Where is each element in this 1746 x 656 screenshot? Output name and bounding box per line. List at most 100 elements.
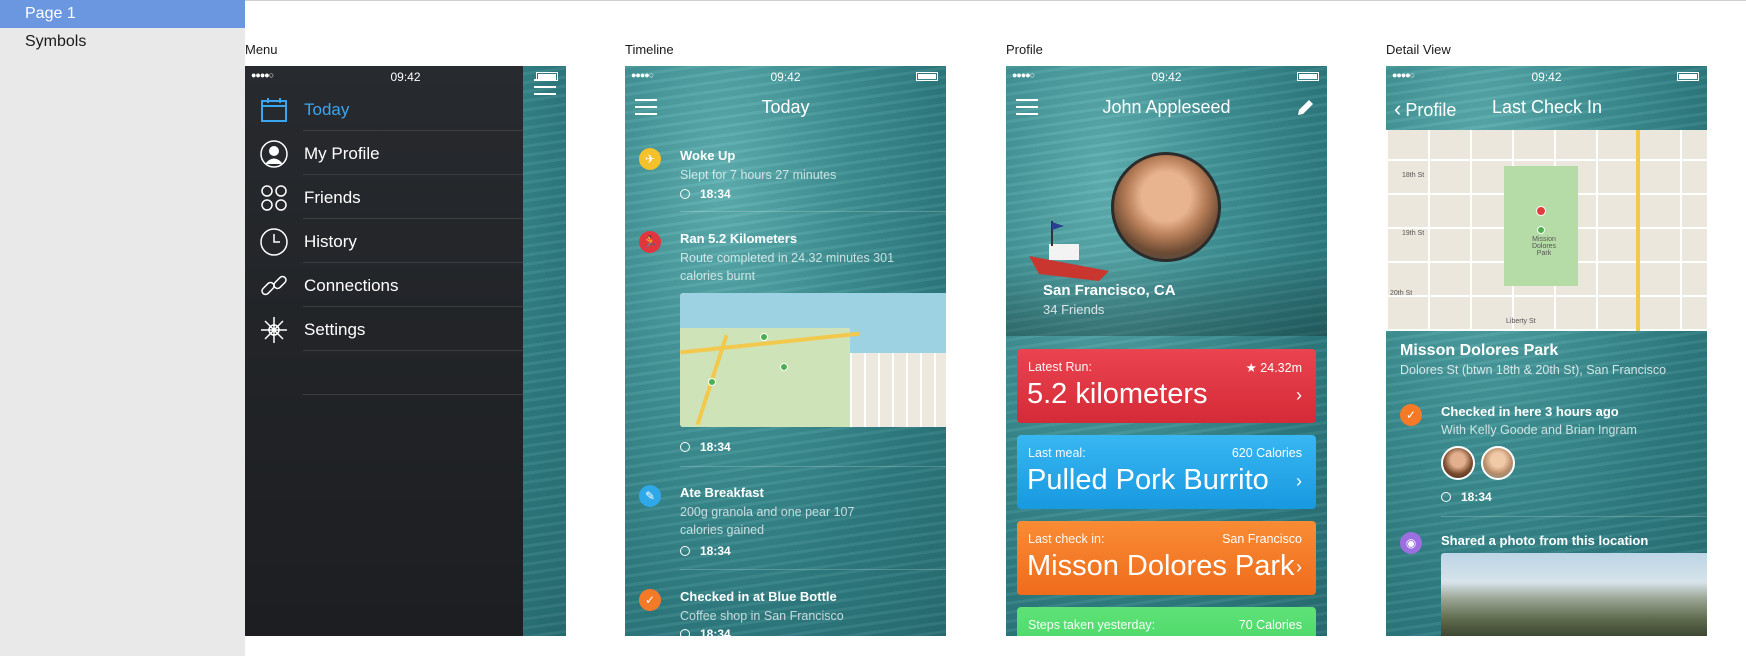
menu-artboard: ●●●●○ 09:42 Today My Profile Friends His…: [245, 66, 566, 636]
menu-item-label: Friends: [304, 188, 361, 207]
card-label: Latest Run:: [1028, 360, 1092, 374]
profile-artboard: ●●●●○ 09:42 John Appleseed San Francisco…: [1006, 66, 1327, 636]
map-road: [1636, 130, 1640, 331]
menu-item-friends[interactable]: Friends: [245, 175, 523, 219]
run-icon: 🏃: [639, 231, 661, 253]
avatar[interactable]: [1111, 152, 1221, 262]
status-bar: ●●●●○ 09:42: [1006, 66, 1327, 86]
status-bar: ●●●●○ 09:42: [1386, 66, 1707, 86]
menu-item-label: History: [304, 232, 357, 251]
status-time: 09:42: [1151, 70, 1182, 84]
location-map[interactable]: 18th St 19th St 20th St Liberty St Missi…: [1386, 130, 1707, 331]
menu-item-empty: [245, 351, 523, 395]
timeline-artboard: ●●●●○ 09:42 Today ✈ Woke Up Slept for 7 …: [625, 66, 946, 636]
checkin-with: With Kelly Goode and Brian Ingram: [1441, 423, 1637, 437]
entry-title[interactable]: Ate Breakfast: [680, 485, 764, 500]
status-time: 09:42: [390, 70, 421, 84]
shared-text: Shared a photo from this location: [1441, 533, 1649, 548]
card-steps[interactable]: Steps taken yesterday: 70 Calories: [1017, 607, 1316, 636]
card-value: Misson Dolores Park: [1027, 550, 1295, 582]
menu-item-today[interactable]: Today: [245, 87, 523, 131]
nav-bar: Today: [625, 86, 946, 130]
nav-bar: ‹ Profile Last Check In: [1386, 86, 1707, 130]
back-button[interactable]: ‹ Profile: [1394, 96, 1456, 122]
back-label: Profile: [1405, 100, 1457, 120]
boat-image: [1029, 221, 1109, 281]
artboard-label-menu[interactable]: Menu: [245, 42, 278, 57]
entry-title[interactable]: Ran 5.2 Kilometers: [680, 231, 797, 246]
card-meta: ★ 24.32m: [1245, 361, 1302, 375]
entry-title[interactable]: Woke Up: [680, 148, 735, 163]
status-bar: ●●●●○ 09:42: [625, 66, 946, 86]
clock-icon: [680, 189, 690, 199]
artboard-label-profile[interactable]: Profile: [1006, 42, 1043, 57]
entry-title[interactable]: Checked in at Blue Bottle: [680, 589, 837, 604]
profile-location: San Francisco, CA: [1043, 282, 1176, 299]
card-label: Last meal:: [1028, 446, 1086, 460]
page-item-page-1[interactable]: Page 1: [0, 0, 245, 28]
menu-item-label: Today: [304, 100, 350, 119]
checkmark-icon: ✓: [1400, 404, 1422, 426]
card-meta: 70 Calories: [1238, 618, 1302, 632]
clock-icon: [680, 442, 690, 452]
pages-sidebar: Page 1 Symbols: [0, 0, 245, 656]
clock-icon: [680, 546, 690, 556]
shared-photo[interactable]: [1441, 553, 1707, 636]
map-label: Mission Dolores Park: [1531, 236, 1557, 257]
entry-time: 18:34: [680, 544, 731, 558]
clock-icon: [680, 629, 690, 636]
entry-time: 18:34: [680, 440, 731, 454]
divider: [680, 569, 946, 570]
map-pin: [760, 333, 768, 341]
page-item-symbols[interactable]: Symbols: [0, 28, 245, 56]
menu-item-settings[interactable]: Settings: [245, 307, 523, 351]
menu-item-my-profile[interactable]: My Profile: [245, 131, 523, 175]
menu-item-history[interactable]: History: [245, 219, 523, 263]
battery-icon: [1677, 72, 1699, 81]
card-last-check-in[interactable]: Last check in: San Francisco Misson Dolo…: [1017, 521, 1316, 595]
map-label: 20th St: [1390, 290, 1413, 297]
status-bar: ●●●●○ 09:42: [245, 66, 566, 86]
hamburger-icon[interactable]: [534, 79, 556, 95]
chevron-left-icon: ‹: [1394, 96, 1402, 121]
status-time: 09:42: [770, 70, 801, 84]
breakfast-icon: ✎: [639, 485, 661, 507]
map-pin: [1537, 226, 1545, 234]
menu-item-connections[interactable]: Connections: [245, 263, 523, 307]
gear-icon: [261, 317, 287, 343]
detail-artboard: ●●●●○ 09:42 ‹ Profile Last Check In 18th …: [1386, 66, 1707, 636]
profile-friends[interactable]: 34 Friends: [1043, 302, 1104, 317]
divider: [1441, 516, 1707, 517]
entry-time: 18:34: [1441, 490, 1492, 504]
card-meta: San Francisco: [1222, 532, 1302, 546]
artboard-label-timeline[interactable]: Timeline: [625, 42, 674, 57]
chevron-right-icon: ›: [1296, 557, 1302, 577]
map-label: Liberty St: [1506, 318, 1536, 325]
battery-icon: [916, 72, 938, 81]
checkmark-icon: ✓: [639, 589, 661, 611]
entry-desc: Route completed in 24.32 minutes 301 cal…: [680, 251, 895, 283]
card-last-meal[interactable]: Last meal: 620 Calories Pulled Pork Burr…: [1017, 435, 1316, 509]
place-address: Dolores St (btwn 18th & 20th St), San Fr…: [1400, 363, 1667, 377]
nav-title: Last Check In: [1492, 97, 1603, 117]
avatar[interactable]: [1441, 446, 1475, 480]
card-latest-run[interactable]: Latest Run: ★ 24.32m 5.2 kilometers ›: [1017, 349, 1316, 423]
map-pin: [1536, 206, 1546, 216]
pencil-icon[interactable]: [1295, 98, 1315, 118]
menu-item-label: Connections: [304, 276, 399, 295]
status-time: 09:42: [1531, 70, 1562, 84]
friends-icon: [261, 185, 287, 211]
clock-icon: [1441, 492, 1451, 502]
route-map[interactable]: [680, 293, 946, 427]
map-pin: [780, 363, 788, 371]
nav-title: Today: [761, 97, 810, 117]
chevron-right-icon: ›: [1296, 471, 1302, 491]
checkin-text: Checked in here 3 hours ago: [1441, 404, 1619, 419]
card-label: Last check in:: [1028, 532, 1105, 546]
link-icon: [261, 275, 287, 296]
map-label: 19th St: [1402, 230, 1425, 237]
chevron-right-icon: ›: [1296, 385, 1302, 405]
artboard-label-detail[interactable]: Detail View: [1386, 42, 1451, 57]
canvas-top-border: [245, 0, 1746, 1]
avatar[interactable]: [1481, 446, 1515, 480]
